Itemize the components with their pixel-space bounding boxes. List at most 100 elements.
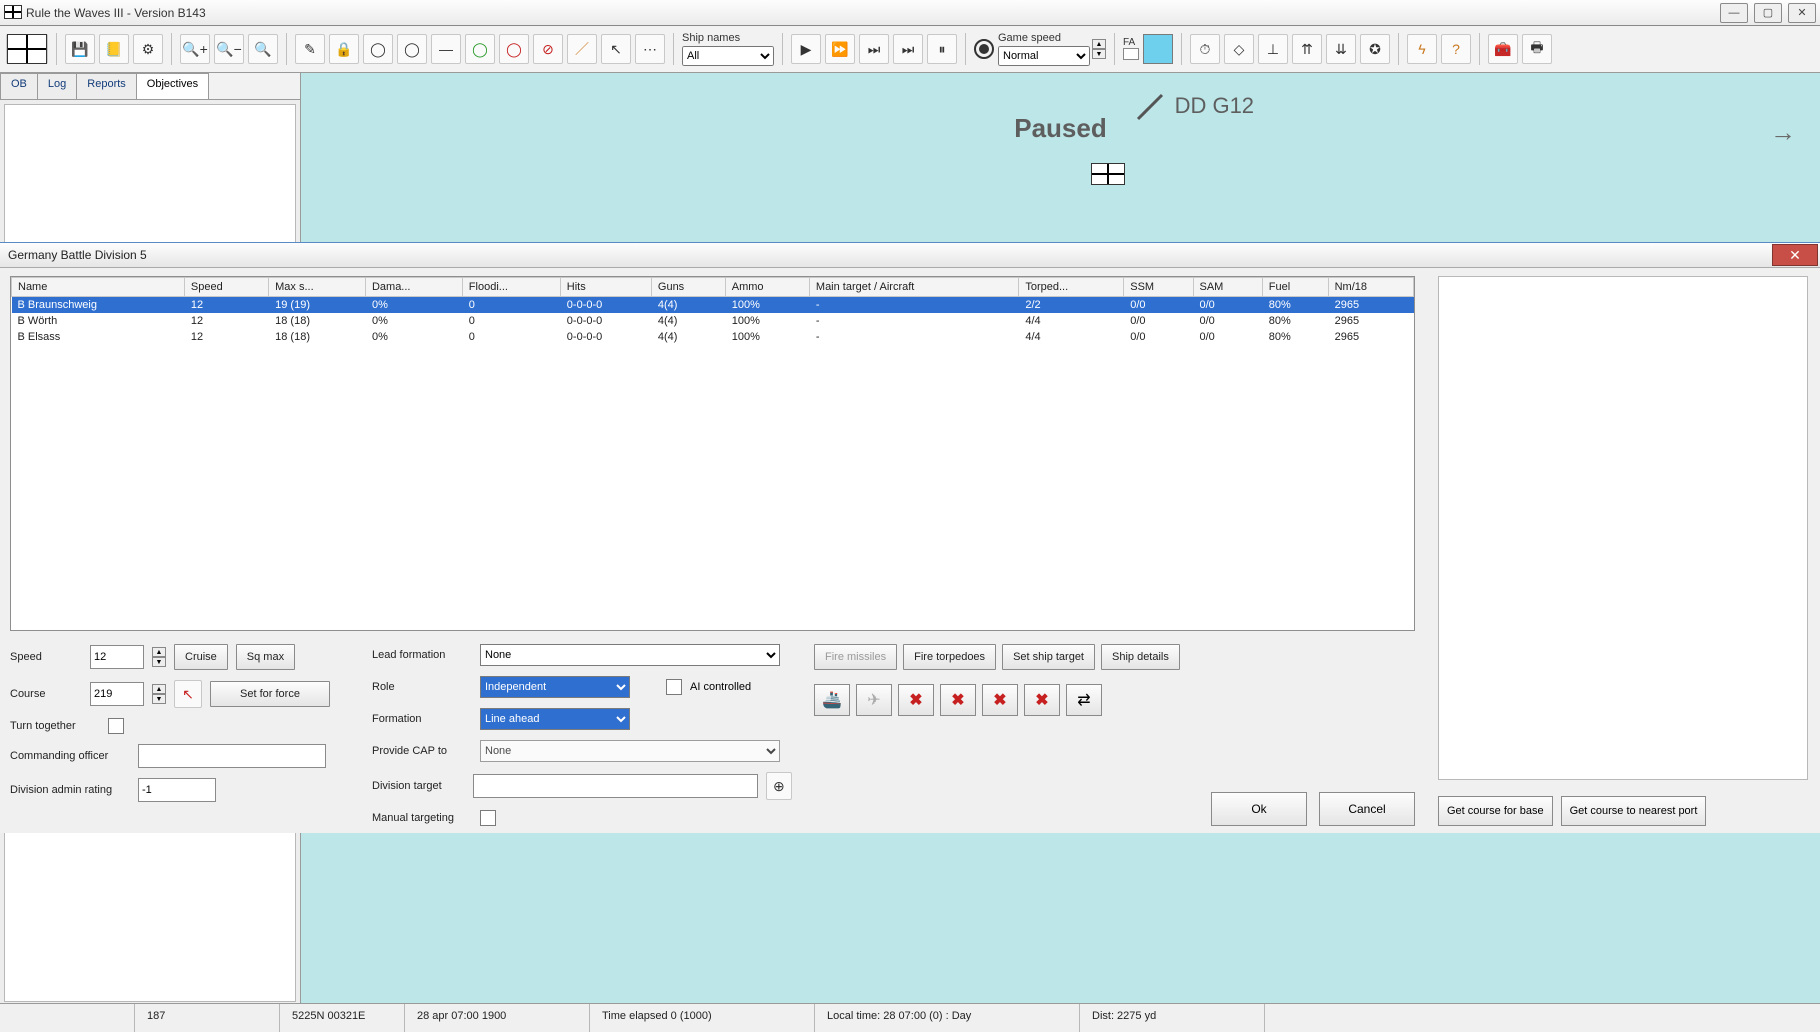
settings-icon[interactable]: ⚙: [133, 34, 163, 64]
zoom-in-icon[interactable]: 🔍+: [180, 34, 210, 64]
map-unit-dd-g12[interactable]: DD G12: [1136, 93, 1254, 121]
ship-column-header[interactable]: Main target / Aircraft: [809, 278, 1018, 297]
minus-icon[interactable]: —: [431, 34, 461, 64]
tab-reports[interactable]: Reports: [76, 73, 137, 99]
course-spinner[interactable]: ▲▼: [152, 684, 166, 704]
action-x2-icon[interactable]: ✖: [940, 684, 976, 716]
bolt-icon[interactable]: ϟ: [1407, 34, 1437, 64]
pencil-icon[interactable]: ✎: [295, 34, 325, 64]
division-admin-input[interactable]: [138, 778, 216, 802]
more-icon[interactable]: ⋯: [635, 34, 665, 64]
ship-details-button[interactable]: Ship details: [1101, 644, 1180, 670]
turn-together-checkbox[interactable]: [108, 718, 124, 734]
ship-column-header[interactable]: Name: [12, 278, 185, 297]
circle1-icon[interactable]: ◯: [363, 34, 393, 64]
tab-log[interactable]: Log: [37, 73, 77, 99]
ai-controlled-checkbox[interactable]: [666, 679, 682, 695]
target-green-icon[interactable]: ◯: [465, 34, 495, 64]
save-icon[interactable]: 💾: [65, 34, 95, 64]
ship-row[interactable]: B Braunschweig1219 (19)0%00-0-0-04(4)100…: [12, 297, 1414, 314]
ship-row[interactable]: B Wörth1218 (18)0%00-0-0-04(4)100%-4/40/…: [12, 313, 1414, 329]
target-red2-icon[interactable]: ⊘: [533, 34, 563, 64]
line-tool-icon[interactable]: ／: [567, 34, 597, 64]
action-x4-icon[interactable]: ✖: [1024, 684, 1060, 716]
ship-column-header[interactable]: Torped...: [1019, 278, 1124, 297]
division-close-button[interactable]: ✕: [1772, 244, 1818, 266]
action-ship-icon[interactable]: 🚢: [814, 684, 850, 716]
course-input[interactable]: [90, 682, 144, 706]
target-red-icon[interactable]: ◯: [499, 34, 529, 64]
set-for-force-button[interactable]: Set for force: [210, 681, 330, 707]
role-select[interactable]: Independent: [480, 676, 630, 698]
ship-row[interactable]: B Elsass1218 (18)0%00-0-0-04(4)100%-4/40…: [12, 329, 1414, 345]
ship-column-header[interactable]: Floodi...: [462, 278, 560, 297]
diamond-icon[interactable]: ◇: [1224, 34, 1254, 64]
formation-select[interactable]: Line ahead: [480, 708, 630, 730]
print-icon[interactable]: 🖶: [1522, 34, 1552, 64]
action-x3-icon[interactable]: ✖: [982, 684, 1018, 716]
weather-tile-icon[interactable]: [1143, 34, 1173, 64]
get-course-nearest-port-button[interactable]: Get course to nearest port: [1561, 796, 1707, 826]
ship-table[interactable]: NameSpeedMax s...Dama...Floodi...HitsGun…: [10, 276, 1415, 631]
ship-column-header[interactable]: SSM: [1124, 278, 1193, 297]
formation2-icon[interactable]: ⇊: [1326, 34, 1356, 64]
provide-cap-select[interactable]: None: [480, 740, 780, 762]
step1-icon[interactable]: ⏩: [825, 34, 855, 64]
ship-column-header[interactable]: Nm/18: [1328, 278, 1413, 297]
gear-icon[interactable]: ✪: [1360, 34, 1390, 64]
sqmax-button[interactable]: Sq max: [236, 644, 295, 670]
pause-icon[interactable]: ⏸: [927, 34, 957, 64]
cancel-button[interactable]: Cancel: [1319, 792, 1415, 826]
circle2-icon[interactable]: ◯: [397, 34, 427, 64]
ship-column-header[interactable]: SAM: [1193, 278, 1262, 297]
notes-icon[interactable]: 📒: [99, 34, 129, 64]
close-button[interactable]: ✕: [1788, 3, 1816, 23]
tab-ob[interactable]: OB: [0, 73, 38, 99]
speed-input[interactable]: [90, 645, 144, 669]
ship-column-header[interactable]: Dama...: [365, 278, 462, 297]
ship-column-header[interactable]: Speed: [184, 278, 268, 297]
ok-button[interactable]: Ok: [1211, 792, 1307, 826]
ship-column-header[interactable]: Guns: [651, 278, 725, 297]
manual-targeting-checkbox[interactable]: [480, 810, 496, 826]
fa-block[interactable]: FA: [1123, 38, 1139, 60]
game-speed-select[interactable]: Normal: [998, 46, 1090, 66]
action-plane-icon[interactable]: ✈: [856, 684, 892, 716]
step3-icon[interactable]: ⏭: [893, 34, 923, 64]
formation1-icon[interactable]: ⇈: [1292, 34, 1322, 64]
zoom-reset-icon[interactable]: 🔍: [248, 34, 278, 64]
course-pointer-icon[interactable]: ↖: [174, 680, 202, 708]
action-x1-icon[interactable]: ✖: [898, 684, 934, 716]
cruise-button[interactable]: Cruise: [174, 644, 228, 670]
ship-column-header[interactable]: Ammo: [725, 278, 809, 297]
ship-names-select[interactable]: All: [682, 46, 774, 66]
get-course-base-button[interactable]: Get course for base: [1438, 796, 1553, 826]
tab-objectives[interactable]: Objectives: [136, 73, 209, 99]
tools-icon[interactable]: 🧰: [1488, 34, 1518, 64]
division-target-input[interactable]: [473, 774, 757, 798]
pointer-icon[interactable]: ↖: [601, 34, 631, 64]
map-flag-marker[interactable]: [1091, 163, 1123, 183]
lead-formation-select[interactable]: None: [480, 644, 780, 666]
step2-icon[interactable]: ⏭: [859, 34, 889, 64]
action-divide-icon[interactable]: ⇄: [1066, 684, 1102, 716]
ship-column-header[interactable]: Hits: [560, 278, 651, 297]
maximize-button[interactable]: ▢: [1754, 3, 1782, 23]
set-ship-target-button[interactable]: Set ship target: [1002, 644, 1095, 670]
timer-icon[interactable]: ⏱: [1190, 34, 1220, 64]
ship-column-header[interactable]: Fuel: [1262, 278, 1328, 297]
fire-missiles-button[interactable]: Fire missiles: [814, 644, 897, 670]
lock-icon[interactable]: 🔒: [329, 34, 359, 64]
fire-torpedoes-button[interactable]: Fire torpedoes: [903, 644, 996, 670]
anchor-icon[interactable]: ⊥: [1258, 34, 1288, 64]
division-target-pick-icon[interactable]: ⊕: [766, 772, 792, 800]
game-speed-spinner[interactable]: ▲▼: [1092, 39, 1106, 59]
minimize-button[interactable]: —: [1720, 3, 1748, 23]
nation-flag-button[interactable]: [6, 34, 48, 64]
zoom-out-icon[interactable]: 🔍−: [214, 34, 244, 64]
speed-spinner[interactable]: ▲▼: [152, 647, 166, 667]
help-icon[interactable]: ?: [1441, 34, 1471, 64]
ship-column-header[interactable]: Max s...: [269, 278, 366, 297]
play-icon[interactable]: ▶: [791, 34, 821, 64]
commanding-officer-input[interactable]: [138, 744, 326, 768]
